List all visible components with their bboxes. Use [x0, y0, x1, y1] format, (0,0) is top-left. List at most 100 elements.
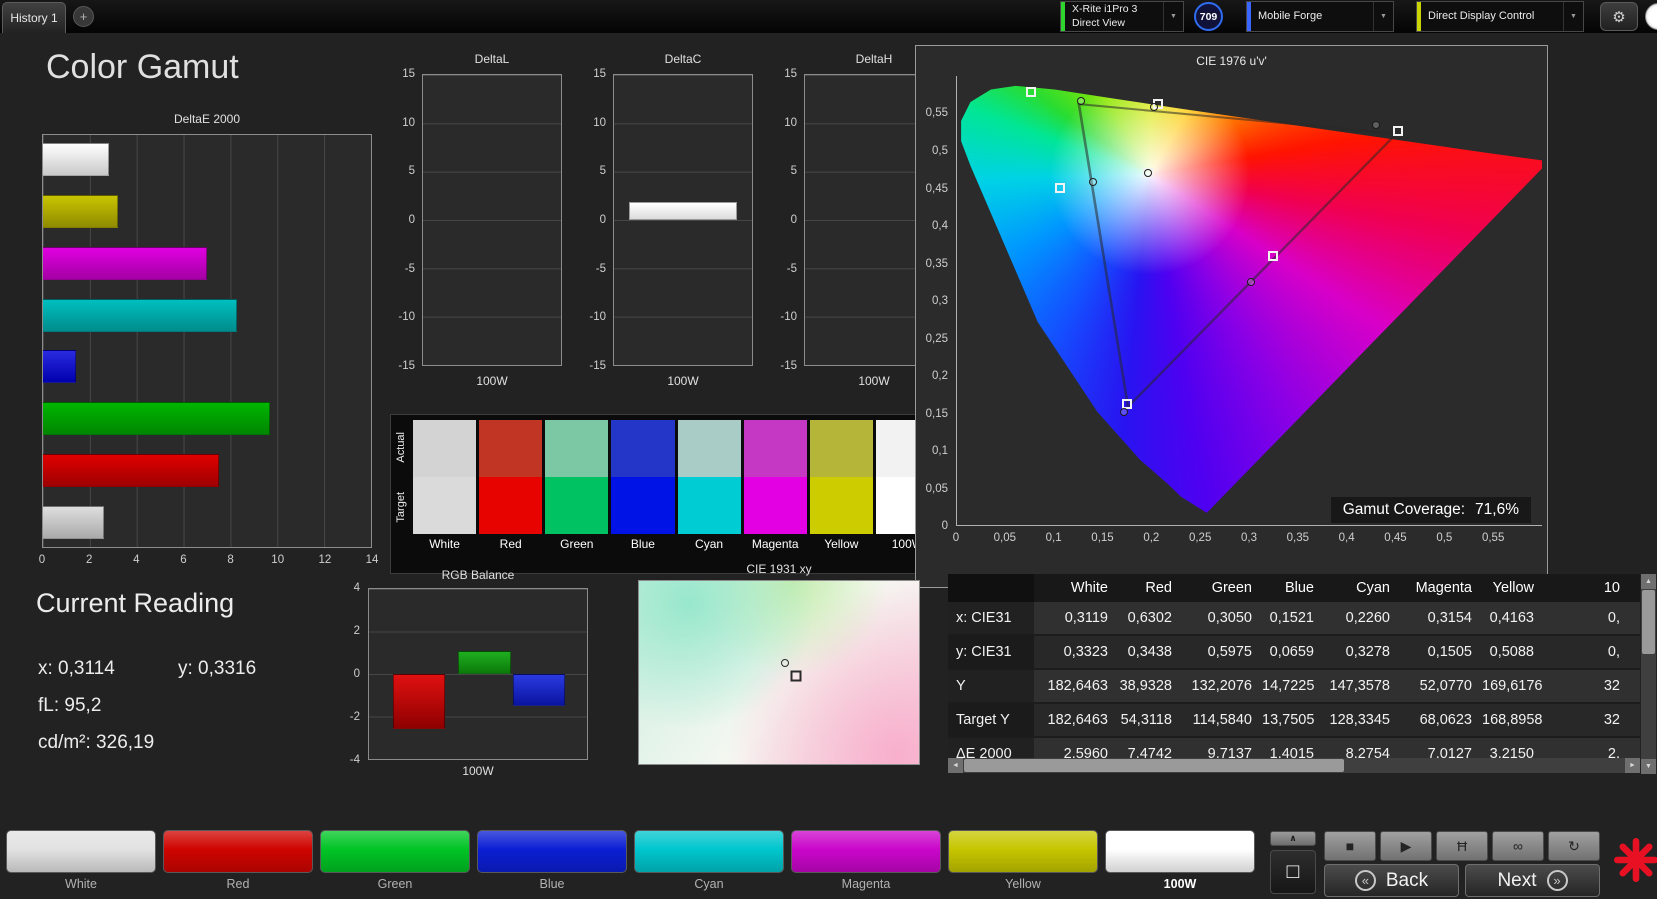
swatch-actual: [678, 420, 741, 477]
table-row: x: CIE310,31190,63020,30500,15210,22600,…: [948, 602, 1640, 636]
axis-tick-label: 0,45: [1384, 532, 1406, 544]
patch-green[interactable]: Green: [320, 830, 470, 891]
deltae-bar-magenta: [43, 247, 207, 280]
patch-label: Green: [320, 873, 470, 891]
patch-red[interactable]: Red: [163, 830, 313, 891]
vertical-scroll-thumb[interactable]: [1642, 590, 1655, 654]
meter-selector-dropdown[interactable]: X-Rite i1Pro 3 Direct View ▼: [1060, 1, 1184, 32]
table-row: y: CIE310,33230,34380,59750,06590,32780,…: [948, 636, 1640, 670]
swatch-target: [744, 477, 807, 534]
swatch-columns: WhiteRedGreenBlueCyanMagentaYellow100W: [413, 420, 939, 571]
patch-magenta[interactable]: Magenta: [791, 830, 941, 891]
measurement-marker: [1077, 97, 1085, 105]
x-axis-label: 100W: [368, 764, 588, 778]
scroll-up-button[interactable]: ▲: [1641, 574, 1656, 589]
table-cell: 114,5840: [1182, 712, 1262, 728]
play-button[interactable]: ▶: [1380, 831, 1432, 861]
table-horizontal-scrollbar[interactable]: ◄ ►: [948, 758, 1640, 773]
patch-window-button[interactable]: □: [1270, 850, 1316, 894]
axis-tick-label: 5: [791, 165, 797, 177]
deltae-bar-red: [43, 454, 219, 487]
meter-label: X-Rite i1Pro 3 Direct View: [1065, 2, 1163, 31]
rgb-bar-red: [393, 674, 445, 729]
actual-row-label: Actual: [395, 432, 407, 463]
settings-button[interactable]: ⚙: [1600, 2, 1638, 31]
scroll-right-button[interactable]: ►: [1625, 758, 1640, 773]
horizontal-scroll-thumb[interactable]: [964, 759, 1344, 772]
navigation-buttons: « Back Next »: [1324, 864, 1600, 897]
rec709-gamut-triangle: [957, 76, 1542, 525]
table-column-header: 10: [1544, 580, 1630, 596]
source-selector-dropdown[interactable]: Mobile Forge ▼: [1246, 1, 1394, 32]
alert-asterisk-icon[interactable]: [1614, 838, 1657, 882]
x-axis: 02468101214: [42, 554, 372, 568]
table-cell: 0,1521: [1262, 610, 1324, 626]
table-column-header: Magenta: [1400, 580, 1482, 596]
x-axis: 00,050,10,150,20,250,30,350,40,450,50,55: [956, 532, 1542, 546]
table-corner: [948, 574, 1034, 602]
chart-title: CIE 1931 xy: [638, 562, 920, 576]
patch-label: Magenta: [791, 873, 941, 891]
chart-title: DeltaL: [422, 52, 562, 66]
axis-tick-label: -15: [398, 360, 415, 372]
rgb-bar-blue: [513, 674, 565, 706]
stop-button[interactable]: ■: [1324, 831, 1376, 861]
next-button[interactable]: Next »: [1465, 864, 1600, 897]
display-control-dropdown[interactable]: Direct Display Control ▼: [1416, 1, 1584, 32]
colorspace-badge[interactable]: 709: [1194, 2, 1223, 31]
swatch-actual: [413, 420, 476, 477]
continuous-button[interactable]: ∞: [1492, 831, 1544, 861]
patch-label: Yellow: [948, 873, 1098, 891]
swatch-actual: [479, 420, 542, 477]
patch-blue[interactable]: Blue: [477, 830, 627, 891]
patch-cyan[interactable]: Cyan: [634, 830, 784, 891]
axis-tick-label: 0,15: [1091, 532, 1113, 544]
axis-tick-label: 4: [354, 582, 360, 594]
y-axis: 151050-5-10-15: [772, 74, 802, 366]
deltae-bar-100w: [43, 143, 109, 176]
gamut-coverage-label: Gamut Coverage:: [1343, 501, 1465, 519]
gamut-coverage-readout: Gamut Coverage: 71,6%: [1331, 497, 1531, 523]
measurement-marker: [1247, 278, 1255, 286]
table-vertical-scrollbar[interactable]: ▲ ▼: [1641, 574, 1656, 774]
axis-tick-label: -2: [350, 711, 360, 723]
delta-bar: [629, 202, 737, 220]
plot-area: [42, 134, 372, 548]
add-tab-button[interactable]: +: [73, 6, 94, 27]
measure-button[interactable]: Ħ: [1436, 831, 1488, 861]
axis-tick-label: 15: [784, 68, 797, 80]
patch-100w[interactable]: 100W: [1105, 830, 1255, 891]
expand-panel-button[interactable]: ∧: [1270, 831, 1316, 846]
back-button[interactable]: « Back: [1324, 864, 1459, 897]
patch-swatch: [320, 830, 470, 873]
deltal-chart: DeltaL 151050-5-10-15 100W: [390, 52, 576, 404]
table-cell: 128,3345: [1324, 712, 1400, 728]
scroll-left-button[interactable]: ◄: [948, 758, 963, 773]
swatch-actual: [744, 420, 807, 477]
table-cell: 168,8958: [1482, 712, 1544, 728]
axis-tick-label: 0,55: [926, 107, 948, 119]
table-cell: 3,2150: [1482, 746, 1544, 758]
scroll-down-button[interactable]: ▼: [1641, 759, 1656, 774]
axis-tick-label: 0,45: [926, 183, 948, 195]
table-row-label: y: CIE31: [948, 636, 1034, 668]
patch-yellow[interactable]: Yellow: [948, 830, 1098, 891]
window-icon: □: [1287, 860, 1300, 884]
axis-tick-label: 5: [600, 165, 606, 177]
swatch-target: [611, 477, 674, 534]
patch-white[interactable]: White: [6, 830, 156, 891]
swatch-column-blue: Blue: [611, 420, 674, 571]
app-logo-circle[interactable]: [1645, 3, 1657, 30]
loop-button[interactable]: ↻: [1548, 831, 1600, 861]
table-cell: 9,7137: [1182, 746, 1262, 758]
swatch-target: [678, 477, 741, 534]
axis-tick-label: 0,3: [1241, 532, 1257, 544]
gamut-coverage-value: 71,6%: [1475, 501, 1519, 519]
table-cell: 0,3323: [1034, 644, 1118, 660]
history-tab[interactable]: History 1: [2, 2, 66, 33]
table-row-label: x: CIE31: [948, 602, 1034, 634]
measurement-marker: [1089, 178, 1097, 186]
axis-tick-label: 0,25: [1189, 532, 1211, 544]
axis-tick-label: 0,1: [932, 445, 948, 457]
axis-tick-label: 5: [409, 165, 415, 177]
